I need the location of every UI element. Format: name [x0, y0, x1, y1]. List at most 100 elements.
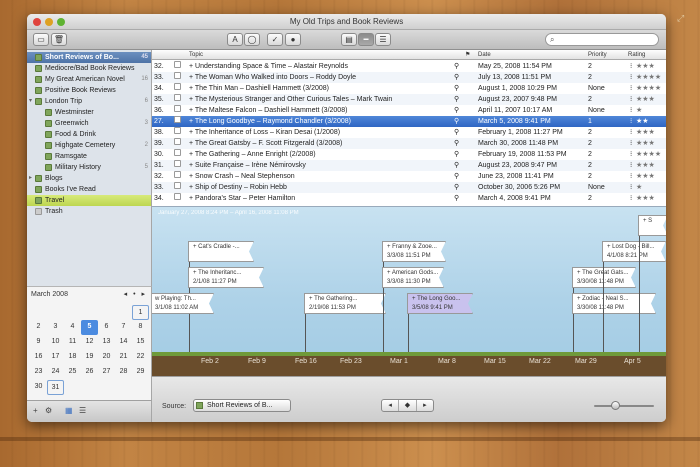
calendar-day[interactable]: [132, 380, 149, 395]
calendar-day[interactable]: 9: [30, 335, 47, 350]
new-document-button[interactable]: ▭: [33, 33, 49, 46]
calendar-day[interactable]: 7: [115, 320, 132, 335]
timeline-flag[interactable]: + The Inheritanc... 2/1/08 11:27 PM: [188, 267, 264, 288]
table-row[interactable]: 33. + Ship of Destiny – Robin Hebb October…: [152, 182, 666, 193]
sidebar-item[interactable]: Military History 5: [27, 162, 151, 173]
sidebar-item[interactable]: Highgate Cemetery 2: [27, 140, 151, 151]
calendar-day[interactable]: 1: [132, 305, 149, 320]
priority-stepper-icon[interactable]: ⁝: [630, 171, 636, 182]
priority-stepper-icon[interactable]: ⁝: [630, 149, 636, 160]
timeline-flag[interactable]: + Cat's Cradle -...: [188, 241, 254, 262]
calendar-day[interactable]: 2: [30, 320, 47, 335]
priority-stepper-icon[interactable]: ⁝: [630, 193, 636, 204]
calendar-day[interactable]: 21: [115, 350, 132, 365]
timeline-flag[interactable]: + Zodiac - Neal S... 3/30/08 11:48 PM: [572, 293, 656, 314]
priority-stepper-icon[interactable]: ⁝: [630, 72, 636, 83]
gear-icon[interactable]: ⚙: [45, 406, 52, 415]
table-row[interactable]: 32. + Understanding Space & Time – Alasta…: [152, 61, 666, 72]
column-rating[interactable]: Rating: [628, 50, 645, 60]
calendar-day[interactable]: 16: [30, 350, 47, 365]
add-icon[interactable]: +: [33, 406, 38, 415]
row-checkbox[interactable]: [174, 182, 181, 189]
sidebar-item[interactable]: Books I've Read: [27, 184, 151, 195]
table-row[interactable]: 33. + The Woman Who Walked into Doors – R…: [152, 72, 666, 83]
calendar-day[interactable]: 10: [47, 335, 64, 350]
column-flag[interactable]: ⚑: [465, 50, 470, 60]
table-row[interactable]: 35. + The Mysterious Stranger and Other C…: [152, 94, 666, 105]
priority-stepper-icon[interactable]: ⁝: [630, 160, 636, 171]
calendar-day[interactable]: 20: [98, 350, 115, 365]
sidebar-item[interactable]: My Great American Novel 16: [27, 74, 151, 85]
calendar-view-icon[interactable]: ▦: [65, 406, 73, 415]
disclosure-triangle-icon[interactable]: ▸: [29, 173, 32, 184]
timeline-flag[interactable]: + S: [638, 215, 666, 236]
calendar-day[interactable]: 13: [98, 335, 115, 350]
priority-stepper-icon[interactable]: ⁝: [630, 83, 636, 94]
table-row[interactable]: 39. + The Great Gatsby – F. Scott Fitzger…: [152, 138, 666, 149]
priority-stepper-icon[interactable]: ⁝: [630, 94, 636, 105]
calendar-day[interactable]: 22: [132, 350, 149, 365]
calendar-day[interactable]: 27: [98, 365, 115, 380]
table-row[interactable]: 34. + The Thin Man – Dashiell Hammett (3/…: [152, 83, 666, 94]
sidebar-item[interactable]: Westminster: [27, 107, 151, 118]
column-priority[interactable]: Priority: [588, 50, 607, 60]
calendar-day[interactable]: 28: [115, 365, 132, 380]
next-button[interactable]: ▸: [417, 400, 433, 411]
calendar-day[interactable]: [30, 305, 47, 320]
checkmark-button[interactable]: ✓: [267, 33, 283, 46]
row-checkbox[interactable]: [174, 193, 181, 200]
table-row[interactable]: 27. + The Long Goodbye – Raymond Chandler…: [152, 116, 666, 127]
sidebar-item[interactable]: Ramsgate: [27, 151, 151, 162]
calendar-day[interactable]: 29: [132, 365, 149, 380]
fullscreen-icon[interactable]: ⤢: [677, 13, 689, 25]
calendar-day[interactable]: [98, 380, 115, 395]
calendar-day[interactable]: 19: [81, 350, 98, 365]
calendar-day[interactable]: 5: [81, 320, 98, 335]
priority-stepper-icon[interactable]: ⁝: [630, 116, 636, 127]
disclosure-triangle-icon[interactable]: ▾: [29, 96, 32, 107]
row-checkbox[interactable]: [174, 138, 181, 145]
view-outline-button[interactable]: ▤: [341, 33, 357, 46]
priority-stepper-icon[interactable]: ⁝: [630, 182, 636, 193]
sidebar-item[interactable]: Food & Drink: [27, 129, 151, 140]
sidebar-item[interactable]: Greenwich 3: [27, 118, 151, 129]
table-row[interactable]: 31. + Suite Française – Irène Némirovsky A…: [152, 160, 666, 171]
calendar-day[interactable]: 11: [64, 335, 81, 350]
timeline-flag[interactable]: + The Great Gats... 3/30/08 11:48 PM: [572, 267, 636, 288]
color-button[interactable]: ◯: [244, 33, 260, 46]
sidebar-item[interactable]: Positive Book Reviews: [27, 85, 151, 96]
calendar-day[interactable]: 18: [64, 350, 81, 365]
sidebar-item[interactable]: Trash: [27, 206, 151, 217]
list-view-icon[interactable]: ☰: [79, 406, 86, 415]
row-checkbox[interactable]: [174, 61, 181, 68]
today-button[interactable]: ◆: [399, 400, 417, 411]
calendar-day[interactable]: 30: [30, 380, 47, 395]
record-button[interactable]: ●: [285, 33, 301, 46]
calendar-day[interactable]: 8: [132, 320, 149, 335]
column-date[interactable]: Date: [478, 50, 491, 60]
calendar-day[interactable]: 31: [47, 380, 64, 395]
timeline-flag[interactable]: + American Gods... 3/3/08 11:30 PM: [382, 267, 444, 288]
row-checkbox[interactable]: [174, 171, 181, 178]
priority-stepper-icon[interactable]: ⁝: [630, 61, 636, 72]
priority-stepper-icon[interactable]: ⁝: [630, 127, 636, 138]
table-row[interactable]: 30. + The Gathering – Anne Enright (2/200…: [152, 149, 666, 160]
timeline-flag[interactable]: + Lost Dog - Bill... 4/1/08 8:21 PM: [602, 241, 666, 262]
calendar-day[interactable]: 24: [47, 365, 64, 380]
table-row[interactable]: 32. + Snow Crash – Neal Stephenson June 23…: [152, 171, 666, 182]
sidebar-item[interactable]: Short Reviews of Bo... 45: [27, 52, 151, 63]
row-checkbox[interactable]: [174, 116, 181, 123]
calendar-day[interactable]: [81, 380, 98, 395]
timeline-flag[interactable]: + The Gathering... 2/19/08 11:53 PM: [304, 293, 386, 314]
calendar-day[interactable]: 17: [47, 350, 64, 365]
font-button[interactable]: A: [227, 33, 243, 46]
priority-stepper-icon[interactable]: ⁝: [630, 105, 636, 116]
previous-button[interactable]: ◂: [382, 400, 400, 411]
calendar-day[interactable]: [47, 305, 64, 320]
table-row[interactable]: 36. + The Maltese Falcon – Dashiell Hamme…: [152, 105, 666, 116]
row-checkbox[interactable]: [174, 94, 181, 101]
row-checkbox[interactable]: [174, 149, 181, 156]
row-checkbox[interactable]: [174, 72, 181, 79]
calendar-day[interactable]: [98, 305, 115, 320]
calendar-day[interactable]: 3: [47, 320, 64, 335]
